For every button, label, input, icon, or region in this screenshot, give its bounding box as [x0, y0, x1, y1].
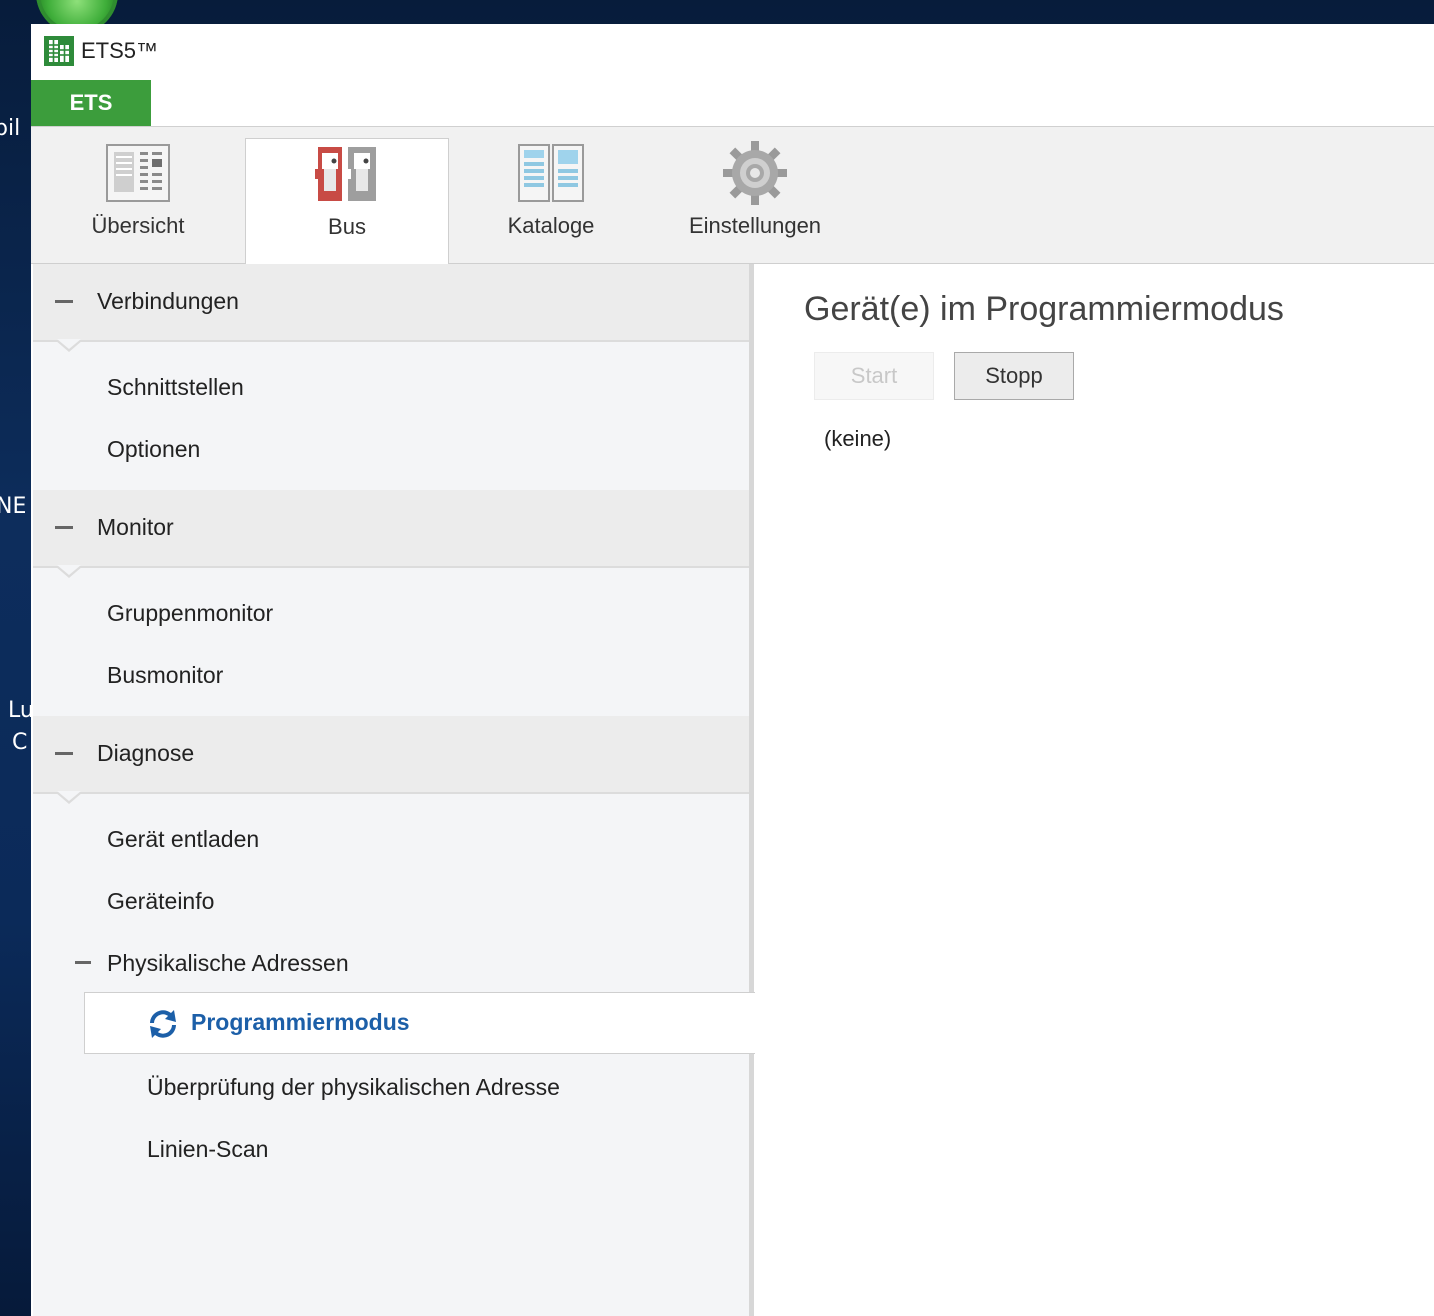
desktop-icon-label[interactable]: C — [12, 730, 27, 755]
nav-item-optionen[interactable]: Optionen — [107, 436, 200, 463]
overview-icon — [106, 141, 170, 205]
notch-decoration — [57, 791, 81, 801]
bus-navigation-panel: Verbindungen Schnittstellen Optionen Mon… — [33, 264, 757, 1316]
catalogs-icon — [518, 141, 584, 205]
notch-decoration — [57, 339, 81, 349]
ribbon-tab-strip: Übersicht Bus Kataloge Einstellungen — [31, 127, 1434, 265]
nav-item-geraet-entladen[interactable]: Gerät entladen — [107, 826, 259, 853]
ets-menu-button[interactable]: ETS — [31, 80, 151, 126]
nav-item-ueberpruefung[interactable]: Überprüfung der physikalischen Adresse — [147, 1074, 560, 1101]
gear-icon — [722, 141, 788, 205]
bus-icon — [314, 142, 380, 206]
subgroup-physikalische-adressen[interactable]: Physikalische Adressen — [107, 950, 349, 977]
tab-label: Bus — [328, 214, 366, 239]
group-label: Monitor — [97, 514, 174, 540]
window-title: ETS5™ — [81, 38, 159, 63]
device-list-empty: (keine) — [824, 426, 892, 451]
desktop-icon-label[interactable]: bil — [0, 116, 20, 141]
tab-label: Übersicht — [91, 213, 185, 238]
tab-label: Kataloge — [507, 213, 595, 238]
main-content: Gerät(e) im Programmiermodus Start Stopp… — [755, 264, 1434, 1316]
group-label: Diagnose — [97, 740, 195, 766]
tab-overview[interactable]: Übersicht — [31, 138, 245, 264]
group-label: Verbindungen — [97, 288, 239, 314]
nav-item-busmonitor[interactable]: Busmonitor — [107, 662, 223, 689]
notch-decoration — [57, 565, 81, 575]
tab-catalogs[interactable]: Kataloge — [449, 138, 653, 264]
start-button[interactable]: Start — [814, 352, 934, 400]
collapse-icon[interactable] — [55, 526, 73, 529]
nav-item-schnittstellen[interactable]: Schnittstellen — [107, 374, 244, 401]
tab-label: Einstellungen — [688, 213, 822, 238]
collapse-icon[interactable] — [55, 752, 73, 755]
tab-bus[interactable]: Bus — [245, 138, 449, 265]
desktop-icon-label[interactable]: Lu — [8, 698, 34, 723]
refresh-icon — [147, 1009, 179, 1039]
group-header-verbindungen[interactable]: Verbindungen — [33, 264, 749, 352]
stop-button[interactable]: Stopp — [954, 352, 1074, 400]
group-header-monitor[interactable]: Monitor — [33, 490, 749, 578]
nav-item-programmiermodus[interactable]: Programmiermodus — [84, 992, 757, 1054]
nav-item-geraeteinfo[interactable]: Geräteinfo — [107, 888, 214, 915]
nav-item-gruppenmonitor[interactable]: Gruppenmonitor — [107, 600, 273, 627]
collapse-icon[interactable] — [55, 300, 73, 303]
nav-item-label: Programmiermodus — [191, 1009, 410, 1035]
ets-window: ETS5™ ETS Übersicht Bus Kataloge Einstel… — [31, 24, 1434, 1316]
group-header-diagnose[interactable]: Diagnose — [33, 716, 749, 804]
collapse-icon[interactable] — [75, 961, 91, 964]
ets-logo-icon — [44, 36, 74, 66]
desktop-icon-label[interactable]: NE — [0, 494, 26, 519]
page-title: Gerät(e) im Programmiermodus — [804, 290, 1284, 328]
tab-settings[interactable]: Einstellungen — [665, 138, 845, 264]
nav-item-linien-scan[interactable]: Linien-Scan — [147, 1136, 268, 1163]
title-bar[interactable]: ETS5™ — [31, 24, 1434, 80]
